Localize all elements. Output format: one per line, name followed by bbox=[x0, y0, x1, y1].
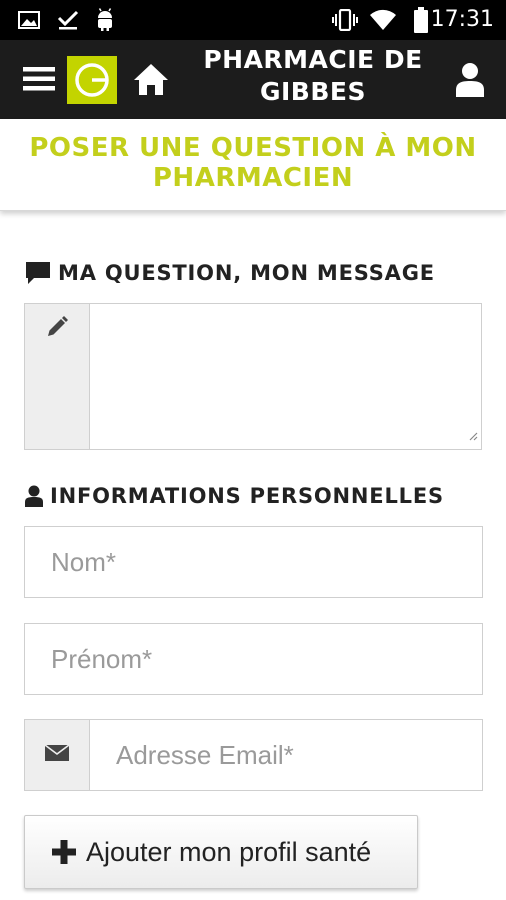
prenom-input[interactable] bbox=[25, 624, 482, 694]
message-addon bbox=[25, 304, 90, 449]
message-field bbox=[24, 303, 482, 450]
app-header: PHARMACIE DE GIBBES bbox=[0, 40, 506, 119]
nom-input[interactable] bbox=[25, 527, 482, 597]
logo[interactable] bbox=[67, 56, 117, 104]
title-line-2: GIBBES bbox=[259, 77, 366, 106]
page-title: PHARMACIE DE GIBBES bbox=[188, 44, 438, 116]
personal-label-text: INFORMATIONS PERSONNELLES bbox=[50, 484, 444, 508]
user-small-icon bbox=[25, 485, 43, 507]
title-line-1: PHARMACIE DE bbox=[203, 45, 423, 74]
email-input[interactable] bbox=[90, 720, 482, 790]
add-profile-label: Ajouter mon profil santé bbox=[86, 836, 372, 867]
android-icon bbox=[92, 0, 118, 40]
email-field bbox=[24, 719, 483, 791]
status-time: 17:31 bbox=[430, 7, 494, 32]
message-section-label: MA QUESTION, MON MESSAGE bbox=[25, 258, 435, 288]
plus-icon bbox=[52, 840, 76, 864]
resize-grip-icon[interactable] bbox=[468, 428, 478, 446]
vibrate-icon bbox=[330, 0, 360, 40]
heading-line-2: PHARMACIEN bbox=[152, 163, 354, 193]
add-health-profile-button[interactable]: Ajouter mon profil santé bbox=[24, 815, 418, 889]
page-heading: POSER UNE QUESTION À MON PHARMACIEN bbox=[0, 119, 506, 211]
check-icon bbox=[55, 0, 81, 40]
user-icon[interactable] bbox=[450, 60, 490, 100]
nom-field bbox=[24, 526, 483, 598]
wifi-icon bbox=[368, 0, 398, 40]
heading-line-1: POSER UNE QUESTION À MON bbox=[29, 133, 477, 163]
envelope-icon bbox=[44, 743, 70, 766]
prenom-field bbox=[24, 623, 483, 695]
menu-icon[interactable] bbox=[20, 60, 58, 98]
email-addon bbox=[25, 720, 90, 790]
message-label-text: MA QUESTION, MON MESSAGE bbox=[58, 261, 435, 285]
gallery-icon bbox=[16, 0, 42, 40]
message-textarea[interactable] bbox=[90, 304, 481, 449]
personal-section-label: INFORMATIONS PERSONNELLES bbox=[25, 481, 444, 511]
pencil-icon bbox=[46, 316, 68, 343]
home-icon[interactable] bbox=[130, 58, 172, 100]
status-bar: 17:31 bbox=[0, 0, 506, 40]
comment-icon bbox=[25, 261, 51, 285]
battery-icon bbox=[410, 0, 432, 40]
